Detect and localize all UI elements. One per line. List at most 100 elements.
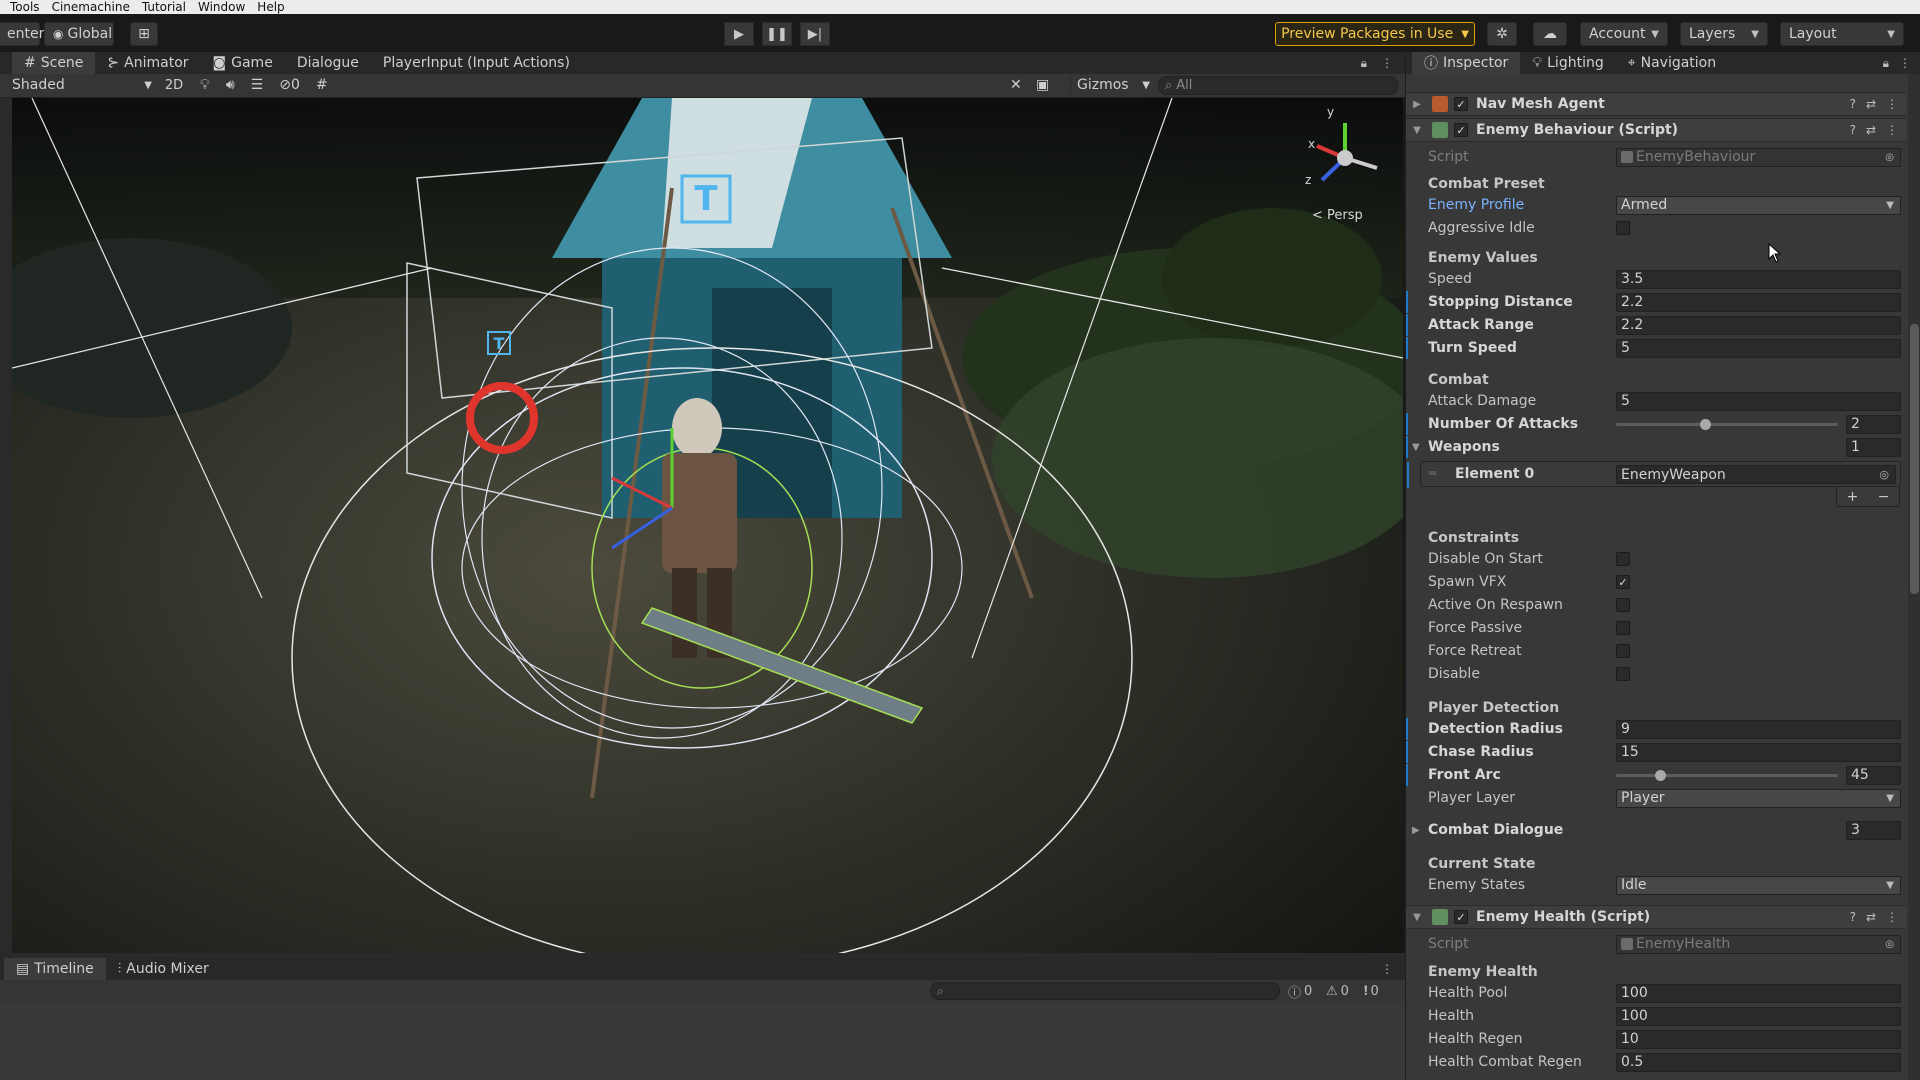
tab-animator[interactable]: ⊱ Animator xyxy=(95,52,200,74)
slider-handle[interactable] xyxy=(1655,770,1667,781)
viewport-vertical-scrollbar[interactable] xyxy=(0,98,12,953)
help-icon[interactable]: ? xyxy=(1850,910,1856,924)
hidden-objects-toggle[interactable]: ⊘0 xyxy=(279,77,300,93)
snap-grid-button[interactable]: ⊞ xyxy=(130,22,158,46)
kebab-menu-icon[interactable]: ⋮ xyxy=(1899,56,1911,71)
remove-icon[interactable]: − xyxy=(1878,489,1890,505)
slider-handle[interactable] xyxy=(1699,419,1711,430)
chevron-right-icon[interactable]: ▶ xyxy=(1410,99,1424,110)
kebab-menu-icon[interactable]: ⋮ xyxy=(1381,56,1393,71)
active-on-respawn-checkbox[interactable] xyxy=(1616,598,1630,612)
tab-timeline[interactable]: ▤ Timeline xyxy=(4,958,106,980)
disable-checkbox[interactable] xyxy=(1616,667,1630,681)
enemy-health-enabled-checkbox[interactable]: ✓ xyxy=(1454,910,1468,924)
layers-dropdown[interactable]: Layers ▼ xyxy=(1680,22,1768,46)
console-info-count[interactable]: ⓘ 0 xyxy=(1288,980,1312,1002)
health-regen-field[interactable]: 10 xyxy=(1616,1029,1901,1049)
chase-radius-field[interactable]: 15 xyxy=(1616,742,1901,762)
attack-damage-field[interactable]: 5 xyxy=(1616,391,1901,411)
player-layer-dropdown[interactable]: Player ▼ xyxy=(1616,788,1901,808)
enemy-health-header[interactable]: ▼ ✓ Enemy Health (Script) ? ⇄ ⋮ xyxy=(1406,905,1906,929)
health-field[interactable]: 100 xyxy=(1616,1006,1901,1026)
force-passive-checkbox[interactable] xyxy=(1616,621,1630,635)
front-arc-field[interactable]: 45 xyxy=(1846,765,1901,785)
pause-button[interactable]: ❚❚ xyxy=(762,22,792,46)
preview-packages-button[interactable]: Preview Packages in Use ▼ xyxy=(1275,22,1475,46)
audio-icon[interactable]: 🔊︎ xyxy=(226,77,235,93)
weapons-row[interactable]: ▼ Weapons 1 xyxy=(1406,436,1906,458)
speed-field[interactable]: 3.5 xyxy=(1616,269,1901,289)
tab-scene[interactable]: # Scene xyxy=(12,52,96,74)
preset-icon[interactable]: ⇄ xyxy=(1866,910,1876,924)
tab-navigation[interactable]: ⌖ Navigation xyxy=(1616,52,1728,74)
chevron-right-icon[interactable]: ▶ xyxy=(1412,825,1420,836)
nav-mesh-agent-enabled-checkbox[interactable]: ✓ xyxy=(1454,97,1468,111)
layout-dropdown[interactable]: Layout ▼ xyxy=(1780,22,1904,46)
tools-icon[interactable]: ✕ xyxy=(1010,77,1022,93)
mode-2d-toggle[interactable]: 2D xyxy=(162,76,186,94)
console-error-count[interactable]: ❗︎ 0 xyxy=(1364,980,1379,1002)
menu-window[interactable]: Window xyxy=(198,0,245,14)
number-of-attacks-field[interactable]: 2 xyxy=(1846,414,1901,434)
add-icon[interactable]: + xyxy=(1847,489,1859,505)
play-button[interactable]: ▶ xyxy=(724,22,754,46)
lock-icon[interactable]: 🔒︎ xyxy=(1883,56,1889,71)
combat-dialogue-row[interactable]: ▶ Combat Dialogue 3 xyxy=(1406,819,1906,841)
health-script-field[interactable]: EnemyHealth ◎ xyxy=(1616,934,1901,954)
tab-lighting[interactable]: 💡︎ Lighting xyxy=(1520,52,1615,74)
enemy-behaviour-header[interactable]: ▼ ✓ Enemy Behaviour (Script) ? ⇄ ⋮ xyxy=(1406,118,1906,142)
weapons-count-field[interactable]: 1 xyxy=(1846,437,1901,457)
number-of-attacks-slider[interactable] xyxy=(1616,419,1838,430)
preset-icon[interactable]: ⇄ xyxy=(1866,97,1876,111)
turn-speed-field[interactable]: 5 xyxy=(1616,338,1901,358)
pivot-center-button[interactable]: enter xyxy=(0,22,44,46)
lightbulb-icon[interactable]: 💡︎ xyxy=(200,77,210,93)
target-icon[interactable]: ◎ xyxy=(1879,468,1889,481)
enemy-states-dropdown[interactable]: Idle ▼ xyxy=(1616,875,1901,895)
gizmos-dropdown[interactable]: Gizmos ▼ xyxy=(1070,76,1150,94)
tab-inspector[interactable]: ⓘ Inspector xyxy=(1412,52,1521,74)
disable-on-start-checkbox[interactable] xyxy=(1616,552,1630,566)
account-dropdown[interactable]: Account ▼ xyxy=(1580,22,1668,46)
tab-game[interactable]: ◙ Game xyxy=(201,52,285,74)
front-arc-slider[interactable] xyxy=(1616,770,1838,781)
kebab-menu-icon[interactable]: ⋮ xyxy=(1886,123,1898,137)
scene-viewport[interactable]: T T y x z < Persp xyxy=(12,98,1403,953)
menu-tutorial[interactable]: Tutorial xyxy=(142,0,186,14)
step-button[interactable]: ▶| xyxy=(800,22,830,46)
menu-cinemachine[interactable]: Cinemachine xyxy=(52,0,130,14)
grid-icon[interactable]: # xyxy=(316,77,328,93)
global-local-button[interactable]: ◉ Global xyxy=(44,22,114,46)
chevron-down-icon[interactable]: ▼ xyxy=(1410,125,1424,136)
menu-help[interactable]: Help xyxy=(257,0,284,14)
nav-mesh-agent-header[interactable]: ▶ ✓ Nav Mesh Agent ? ⇄ ⋮ xyxy=(1406,92,1906,116)
kebab-menu-icon[interactable]: ⋮ xyxy=(1886,910,1898,924)
scrollbar-thumb[interactable] xyxy=(1910,324,1919,594)
element-0-object-field[interactable]: EnemyWeapon ◎ xyxy=(1616,465,1896,484)
inspector-scrollbar[interactable] xyxy=(1908,74,1920,1080)
persp-label[interactable]: < Persp xyxy=(1312,208,1363,223)
health-pool-field[interactable]: 100 xyxy=(1616,983,1901,1003)
script-field[interactable]: EnemyBehaviour ◎ xyxy=(1616,147,1901,167)
help-icon[interactable]: ? xyxy=(1850,123,1856,137)
shading-mode-dropdown[interactable]: Shaded ▼ xyxy=(12,76,152,94)
kebab-menu-icon[interactable]: ⋮ xyxy=(1381,962,1393,976)
stopping-distance-field[interactable]: 2.2 xyxy=(1616,292,1901,312)
scene-search-input[interactable]: ⌕ All xyxy=(1158,76,1398,95)
enemy-behaviour-enabled-checkbox[interactable]: ✓ xyxy=(1454,123,1468,137)
console-search-input[interactable]: ⌕ xyxy=(930,982,1280,1000)
enemy-profile-dropdown[interactable]: Armed ▼ xyxy=(1616,195,1901,215)
chevron-down-icon[interactable]: ▼ xyxy=(1412,442,1420,453)
drag-handle-icon[interactable]: ═ xyxy=(1429,466,1436,480)
tab-player-input[interactable]: PlayerInput (Input Actions) xyxy=(371,52,582,74)
spawn-vfx-checkbox[interactable]: ✓ xyxy=(1616,575,1630,589)
preset-icon[interactable]: ⇄ xyxy=(1866,123,1876,137)
tab-dialogue[interactable]: Dialogue xyxy=(285,52,371,74)
force-retreat-checkbox[interactable] xyxy=(1616,644,1630,658)
cloud-button[interactable]: ☁ xyxy=(1533,22,1567,46)
effects-icon[interactable]: ☰ xyxy=(251,77,264,93)
settings-button[interactable]: ✲ xyxy=(1487,22,1517,46)
lock-icon[interactable]: 🔒︎ xyxy=(1361,56,1367,71)
attack-range-field[interactable]: 2.2 xyxy=(1616,315,1901,335)
menu-tools[interactable]: Tools xyxy=(10,0,40,14)
